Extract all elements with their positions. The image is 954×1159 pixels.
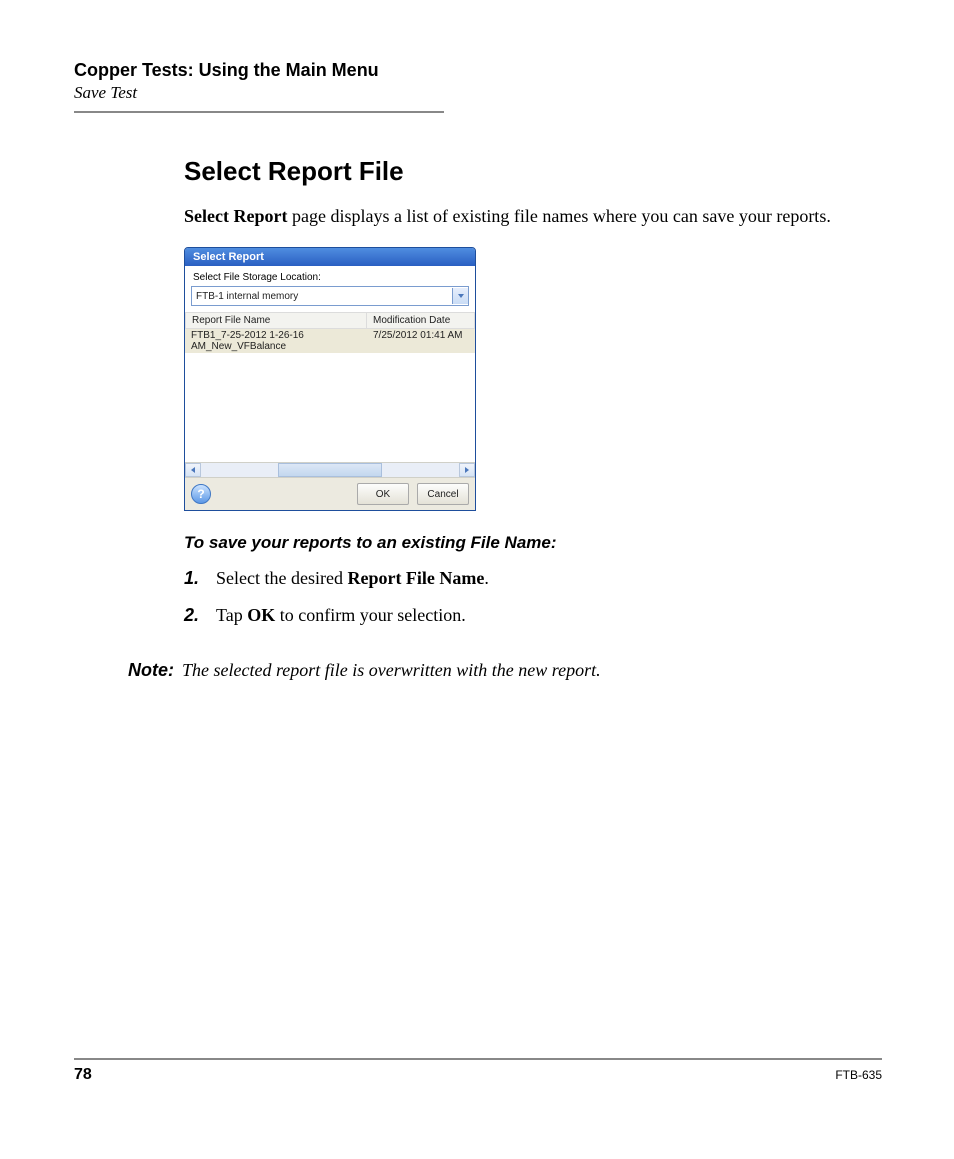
scroll-left-button[interactable] — [185, 463, 201, 477]
intro-bold: Select Report — [184, 206, 287, 226]
ok-button[interactable]: OK — [357, 483, 409, 505]
page-footer: 78 FTB-635 — [74, 1058, 882, 1084]
cell-date: 7/25/2012 01:41 AM — [367, 329, 475, 353]
instructions-heading: To save your reports to an existing File… — [184, 533, 884, 553]
select-report-dialog: Select Report Select File Storage Locati… — [184, 247, 476, 511]
section-heading: Select Report File — [184, 156, 884, 187]
col-date[interactable]: Modification Date — [367, 312, 475, 329]
dropdown-button[interactable] — [452, 288, 468, 304]
dialog-body: Select File Storage Location: FTB-1 inte… — [185, 266, 475, 510]
list-header: Report File Name Modification Date — [185, 312, 475, 329]
help-button[interactable]: ? — [191, 484, 211, 504]
step-number: 2. — [184, 602, 216, 629]
intro-rest: page displays a list of existing file na… — [287, 206, 830, 226]
content-area: Select Report File Select Report page di… — [184, 156, 884, 651]
chapter-title: Copper Tests: Using the Main Menu — [74, 60, 882, 81]
storage-value: FTB-1 internal memory — [196, 291, 298, 302]
step-text: Tap OK to confirm your selection. — [216, 602, 884, 629]
cancel-button[interactable]: Cancel — [417, 483, 469, 505]
chevron-right-icon — [465, 467, 469, 473]
list-row[interactable]: FTB1_7-25-2012 1-26-16 AM_New_VFBalance … — [185, 329, 475, 353]
chevron-down-icon — [458, 294, 464, 298]
storage-select-row: FTB-1 internal memory — [185, 286, 475, 312]
header-rule — [74, 111, 444, 113]
dialog-titlebar: Select Report — [185, 248, 475, 266]
intro-paragraph: Select Report page displays a list of ex… — [184, 203, 884, 229]
storage-label: Select File Storage Location: — [185, 266, 475, 286]
chevron-left-icon — [191, 467, 195, 473]
step-2: 2. Tap OK to confirm your selection. — [184, 602, 884, 629]
list-empty-area — [185, 353, 475, 462]
model-number: FTB-635 — [835, 1068, 882, 1082]
manual-page: Copper Tests: Using the Main Menu Save T… — [0, 0, 954, 1159]
note-text: The selected report file is overwritten … — [182, 660, 884, 681]
note-label: Note: — [104, 660, 182, 681]
file-list: Report File Name Modification Date FTB1_… — [185, 312, 475, 477]
footer-rule — [74, 1058, 882, 1060]
dialog-footer: ? OK Cancel — [185, 477, 475, 510]
subchapter-title: Save Test — [74, 83, 882, 103]
page-header: Copper Tests: Using the Main Menu Save T… — [74, 60, 882, 122]
page-number: 78 — [74, 1066, 92, 1084]
scroll-track[interactable] — [201, 463, 459, 477]
step-text: Select the desired Report File Name. — [216, 565, 884, 592]
step-list: 1. Select the desired Report File Name. … — [184, 565, 884, 629]
col-filename[interactable]: Report File Name — [185, 312, 367, 329]
storage-select[interactable]: FTB-1 internal memory — [191, 286, 469, 306]
step-1: 1. Select the desired Report File Name. — [184, 565, 884, 592]
help-icon: ? — [197, 487, 204, 501]
step-number: 1. — [184, 565, 216, 592]
scroll-thumb[interactable] — [278, 463, 381, 477]
cell-filename: FTB1_7-25-2012 1-26-16 AM_New_VFBalance — [185, 329, 367, 353]
footer-row: 78 FTB-635 — [74, 1066, 882, 1084]
note-block: Note: The selected report file is overwr… — [104, 660, 884, 681]
horizontal-scrollbar[interactable] — [185, 462, 475, 477]
scroll-right-button[interactable] — [459, 463, 475, 477]
